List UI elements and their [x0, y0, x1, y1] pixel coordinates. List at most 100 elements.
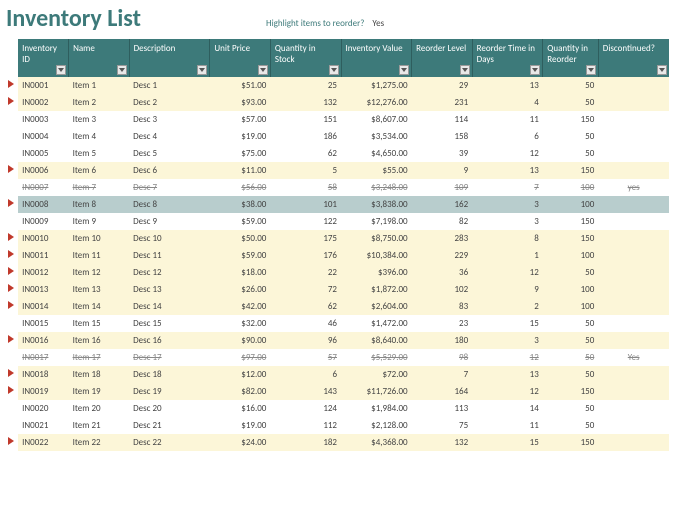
cell-id: IN0010: [18, 230, 68, 247]
dropdown-icon[interactable]: [657, 65, 667, 75]
cell-days: 13: [472, 77, 543, 94]
table-row[interactable]: IN0005Item 5Desc 5$75.0062$4,650.0039125…: [6, 145, 669, 162]
cell-desc: Desc 12: [129, 264, 210, 281]
cell-dc: [598, 315, 669, 332]
table-row[interactable]: IN0022Item 22Desc 22$24.00182$4,368.0013…: [6, 434, 669, 451]
highlight-value[interactable]: Yes: [372, 18, 384, 29]
table-row[interactable]: IN0002Item 2Desc 2$93.00132$12,276.00231…: [6, 94, 669, 111]
cell-days: 2: [472, 298, 543, 315]
cell-val: $8,640.00: [341, 332, 412, 349]
cell-qty: 6: [270, 366, 341, 383]
table-row[interactable]: IN0010Item 10Desc 10$50.00175$8,750.0028…: [6, 230, 669, 247]
cell-val: $396.00: [341, 264, 412, 281]
table-row[interactable]: IN0009Item 9Desc 9$59.00122$7,198.008231…: [6, 213, 669, 230]
table-row[interactable]: IN0013Item 13Desc 13$26.0072$1,872.00102…: [6, 281, 669, 298]
col-header[interactable]: Reorder Level: [412, 39, 473, 77]
cell-dc: yes: [598, 179, 669, 196]
table-row[interactable]: IN0012Item 12Desc 12$18.0022$396.0036125…: [6, 264, 669, 281]
cell-val: $12,276.00: [341, 94, 412, 111]
cell-desc: Desc 5: [129, 145, 210, 162]
cell-val: $1,984.00: [341, 400, 412, 417]
cell-days: 3: [472, 332, 543, 349]
cell-val: $11,726.00: [341, 383, 412, 400]
cell-name: Item 9: [69, 213, 130, 230]
cell-name: Item 18: [69, 366, 130, 383]
cell-days: 9: [472, 281, 543, 298]
table-row[interactable]: IN0016Item 16Desc 16$90.0096$8,640.00180…: [6, 332, 669, 349]
cell-qre: 100: [543, 196, 599, 213]
cell-days: 12: [472, 145, 543, 162]
col-header[interactable]: Description: [129, 39, 210, 77]
table-row[interactable]: IN0019Item 19Desc 19$82.00143$11,726.001…: [6, 383, 669, 400]
cell-qre: 150: [543, 230, 599, 247]
table-row[interactable]: IN0004Item 4Desc 4$19.00186$3,534.001586…: [6, 128, 669, 145]
col-header[interactable]: Discontinued?: [598, 39, 669, 77]
cell-reord: 23: [412, 315, 473, 332]
cell-price: $19.00: [210, 417, 271, 434]
table-row[interactable]: IN0021Item 21Desc 21$19.00112$2,128.0075…: [6, 417, 669, 434]
col-label: Inventory Value: [346, 43, 403, 54]
table-row[interactable]: IN0011Item 11Desc 11$59.00176$10,384.002…: [6, 247, 669, 264]
table-row[interactable]: IN0017Item 17Desc 17$97.0057$5,529.00981…: [6, 349, 669, 366]
cell-qre: 150: [543, 383, 599, 400]
dropdown-icon[interactable]: [586, 65, 596, 75]
cell-id: IN0017: [18, 349, 68, 366]
table-row[interactable]: IN0015Item 15Desc 15$32.0046$1,472.00231…: [6, 315, 669, 332]
cell-id: IN0011: [18, 247, 68, 264]
cell-qty: 57: [270, 349, 341, 366]
cell-desc: Desc 15: [129, 315, 210, 332]
cell-days: 3: [472, 213, 543, 230]
dropdown-icon[interactable]: [530, 65, 540, 75]
cell-id: IN0021: [18, 417, 68, 434]
col-header[interactable]: Reorder Time in Days: [472, 39, 543, 77]
table-row[interactable]: IN0001Item 1Desc 1$51.0025$1,275.0029135…: [6, 77, 669, 94]
cell-name: Item 5: [69, 145, 130, 162]
cell-qre: 100: [543, 281, 599, 298]
cell-name: Item 8: [69, 196, 130, 213]
col-label: Discontinued?: [603, 43, 655, 54]
cell-id: IN0006: [18, 162, 68, 179]
cell-name: Item 22: [69, 434, 130, 451]
col-header[interactable]: Quantity in Reorder: [543, 39, 599, 77]
col-header[interactable]: Unit Price: [210, 39, 271, 77]
dropdown-icon[interactable]: [329, 65, 339, 75]
col-header[interactable]: Name: [69, 39, 130, 77]
col-header[interactable]: Inventory Value: [341, 39, 412, 77]
col-header[interactable]: Inventory ID: [18, 39, 68, 77]
cell-desc: Desc 21: [129, 417, 210, 434]
table-row[interactable]: IN0018Item 18Desc 18$12.006$72.0071350: [6, 366, 669, 383]
dropdown-icon[interactable]: [117, 65, 127, 75]
cell-dc: [598, 196, 669, 213]
cell-price: $51.00: [210, 77, 271, 94]
cell-price: $82.00: [210, 383, 271, 400]
cell-reord: 36: [412, 264, 473, 281]
cell-name: Item 6: [69, 162, 130, 179]
cell-dc: [598, 128, 669, 145]
cell-id: IN0007: [18, 179, 68, 196]
cell-desc: Desc 8: [129, 196, 210, 213]
dropdown-icon[interactable]: [258, 65, 268, 75]
table-row[interactable]: IN0003Item 3Desc 3$57.00151$8,607.001141…: [6, 111, 669, 128]
cell-reord: 113: [412, 400, 473, 417]
cell-reord: 109: [412, 179, 473, 196]
cell-qty: 143: [270, 383, 341, 400]
cell-val: $72.00: [341, 366, 412, 383]
cell-reord: 114: [412, 111, 473, 128]
dropdown-icon[interactable]: [399, 65, 409, 75]
table-row[interactable]: IN0020Item 20Desc 20$16.00124$1,984.0011…: [6, 400, 669, 417]
col-header[interactable]: Quantity in Stock: [270, 39, 341, 77]
cell-id: IN0022: [18, 434, 68, 451]
cell-price: $16.00: [210, 400, 271, 417]
cell-dc: [598, 247, 669, 264]
dropdown-icon[interactable]: [460, 65, 470, 75]
cell-dc: [598, 298, 669, 315]
col-label: Quantity in Reorder: [547, 43, 588, 65]
cell-name: Item 14: [69, 298, 130, 315]
dropdown-icon[interactable]: [197, 65, 207, 75]
table-row[interactable]: IN0014Item 14Desc 14$42.0062$2,604.00832…: [6, 298, 669, 315]
table-row[interactable]: IN0008Item 8Desc 8$38.00101$3,838.001623…: [6, 196, 669, 213]
dropdown-icon[interactable]: [56, 65, 66, 75]
table-row[interactable]: IN0006Item 6Desc 6$11.005$55.00913150: [6, 162, 669, 179]
table-row[interactable]: IN0007Item 7Desc 7$56.0058$3,248.0010971…: [6, 179, 669, 196]
cell-desc: Desc 2: [129, 94, 210, 111]
